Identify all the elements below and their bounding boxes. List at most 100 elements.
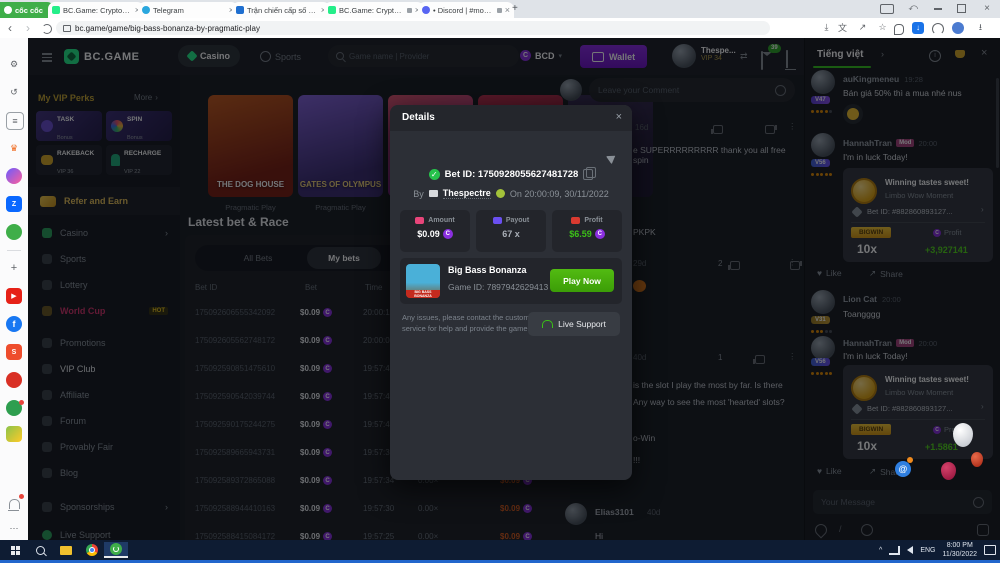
sync-icon[interactable] (932, 23, 944, 35)
telegram-favicon (142, 6, 150, 14)
tab-speaker-icon (407, 8, 412, 13)
frog-emoji-icon (496, 189, 505, 198)
history-icon[interactable]: ↺ (6, 84, 22, 100)
more-icon[interactable]: ⋯ (6, 520, 22, 536)
bcgame-favicon (52, 6, 60, 14)
file-explorer-icon[interactable] (54, 542, 78, 558)
shopee-icon[interactable]: S (6, 344, 22, 360)
clock[interactable]: 8:00 PM 11/30/2022 (942, 541, 977, 559)
modal-title: Details (402, 112, 435, 123)
tab-telegram[interactable]: Telegram × (138, 2, 238, 18)
game-id: Game ID: 7897942629413 (448, 282, 548, 292)
verified-check-icon: ✓ (429, 169, 440, 180)
screen: cốc cốc BC.Game: Crypto Casino Gan × Tel… (0, 0, 1000, 563)
add-shortcut-icon[interactable]: + (6, 260, 22, 276)
notification-dot (19, 400, 24, 405)
adblock-shield-icon[interactable] (894, 24, 904, 35)
messenger-icon[interactable] (6, 168, 22, 184)
coccoc-logo-icon (4, 6, 12, 14)
bet-user[interactable]: Thespectre (443, 188, 491, 199)
tab-bcgame-2-active[interactable]: BC.Game: Crypto Casino × (324, 2, 424, 18)
browser-tab-bar: cốc cốc BC.Game: Crypto Casino Gan × Tel… (0, 0, 1000, 18)
bcgame-site: BC.GAME Casino Sports Game name | Provid… (28, 38, 1000, 540)
payout-icon (493, 217, 502, 224)
hot-crown-icon[interactable]: ♛ (6, 140, 22, 156)
facebook-icon[interactable]: f (6, 316, 22, 332)
zalo-icon[interactable]: Z (6, 196, 22, 212)
settings-gear-icon[interactable]: ⚙ (6, 56, 22, 72)
sidebar-divider (7, 250, 21, 251)
bcgame-favicon (328, 6, 336, 14)
mention-badge-dot (907, 457, 913, 463)
game-app-icon[interactable] (6, 426, 22, 442)
taskbar-search-icon[interactable] (28, 542, 52, 558)
tab-bcgame-1[interactable]: BC.Game: Crypto Casino Gan × (48, 2, 144, 18)
url-text: bc.game/game/big-bass-bonanza-by-pragmat… (75, 24, 260, 33)
play-now-button[interactable]: Play Now (550, 269, 614, 292)
bet-by-row: By Thespectre On 20:00:09, 30/11/2022 (390, 188, 632, 199)
windows-taskbar: ^ ENG 8:00 PM 11/30/2022 (0, 540, 1000, 563)
red-app-icon[interactable] (6, 372, 22, 388)
back-button[interactable]: ‹ (8, 22, 12, 34)
tab-close-icon[interactable]: × (505, 6, 510, 15)
tab-favicon (236, 6, 244, 14)
save-page-icon[interactable]: ⤓ (821, 22, 832, 33)
coin-icon: C (595, 229, 605, 239)
modal-header: Details × (390, 105, 632, 131)
share-icon[interactable]: ↗ (857, 22, 868, 33)
live-support-button[interactable]: Live Support (528, 312, 620, 336)
tab-label: BC.Game: Crypto Casino (339, 6, 404, 15)
tab-speaker-icon (497, 8, 502, 13)
window-maximize-button[interactable] (957, 4, 966, 13)
browser-toolbar: ‹ › bc.game/game/big-bass-bonanza-by-pra… (0, 18, 1000, 39)
game-info-card: BIG BASS BONANZA Big Bass Bonanza Game I… (400, 258, 622, 304)
chrome-icon[interactable] (80, 542, 104, 558)
tab-history-back-icon[interactable]: ⤺ (908, 2, 918, 13)
modal-close-icon[interactable]: × (616, 111, 622, 123)
forward-button[interactable]: › (26, 22, 30, 34)
bell-badge-dot (19, 494, 24, 499)
copy-icon[interactable] (583, 169, 593, 180)
profile-avatar[interactable] (952, 22, 964, 34)
bet-id-text: Bet ID: 1750928055627481728 (445, 169, 579, 180)
tray-expand-icon[interactable]: ^ (879, 547, 882, 554)
action-center-icon[interactable] (984, 545, 996, 555)
reload-button[interactable] (42, 24, 52, 34)
bet-details-modal: Details × ✓ Bet ID: 1750928055627481728 … (390, 105, 632, 480)
screen-share-icon[interactable] (880, 4, 894, 14)
mention-bubble[interactable]: @ (895, 461, 911, 477)
game-thumbnail[interactable]: BIG BASS BONANZA (406, 264, 440, 298)
download-active-icon[interactable]: ↓ (912, 22, 924, 34)
address-bar[interactable]: bc.game/game/big-bass-bonanza-by-pragmat… (56, 21, 770, 35)
top-hat-icon (429, 190, 438, 197)
games-gamepad-icon[interactable] (6, 224, 22, 240)
bookmark-star-icon[interactable]: ☆ (877, 22, 888, 33)
by-label: By (413, 189, 424, 199)
new-tab-button[interactable]: + (512, 3, 518, 14)
tab-label: BC.Game: Crypto Casino Gan (63, 6, 132, 15)
coccoc-taskbar-icon-active[interactable] (104, 542, 128, 558)
game-name: Big Bass Bonanza (448, 265, 527, 275)
downloads-tray-icon[interactable]: ⭳ (975, 22, 986, 33)
profit-icon (571, 217, 580, 224)
lock-icon (63, 25, 71, 32)
youtube-icon[interactable]: ▶ (6, 288, 22, 304)
tab-label: • Discord | #mod-anno (433, 6, 494, 15)
window-close-button[interactable]: × (984, 3, 990, 14)
tab-label: cốc cốc (15, 6, 50, 15)
volume-icon[interactable] (907, 546, 913, 554)
language-indicator[interactable]: ENG (920, 547, 935, 554)
share-bet-icon[interactable] (606, 152, 618, 165)
tab-label: Trận chiến cấp số nhân chơi (247, 6, 318, 15)
tab-brand-coccoc[interactable]: cốc cốc (0, 2, 54, 18)
stat-profit: Profit $6.59 C (552, 210, 622, 252)
tab-tran-chien[interactable]: Trận chiến cấp số nhân chơi × (232, 2, 330, 18)
bet-datetime: On 20:00:09, 30/11/2022 (510, 189, 609, 199)
translate-icon[interactable]: 文 (837, 22, 848, 33)
stat-amount: Amount $0.09 C (400, 210, 470, 252)
reading-list-icon[interactable]: ≡ (6, 112, 24, 130)
start-button[interactable] (3, 542, 27, 558)
window-minimize-button[interactable] (934, 8, 942, 10)
tab-discord[interactable]: • Discord | #mod-anno × (418, 2, 514, 18)
network-icon[interactable] (889, 546, 900, 555)
